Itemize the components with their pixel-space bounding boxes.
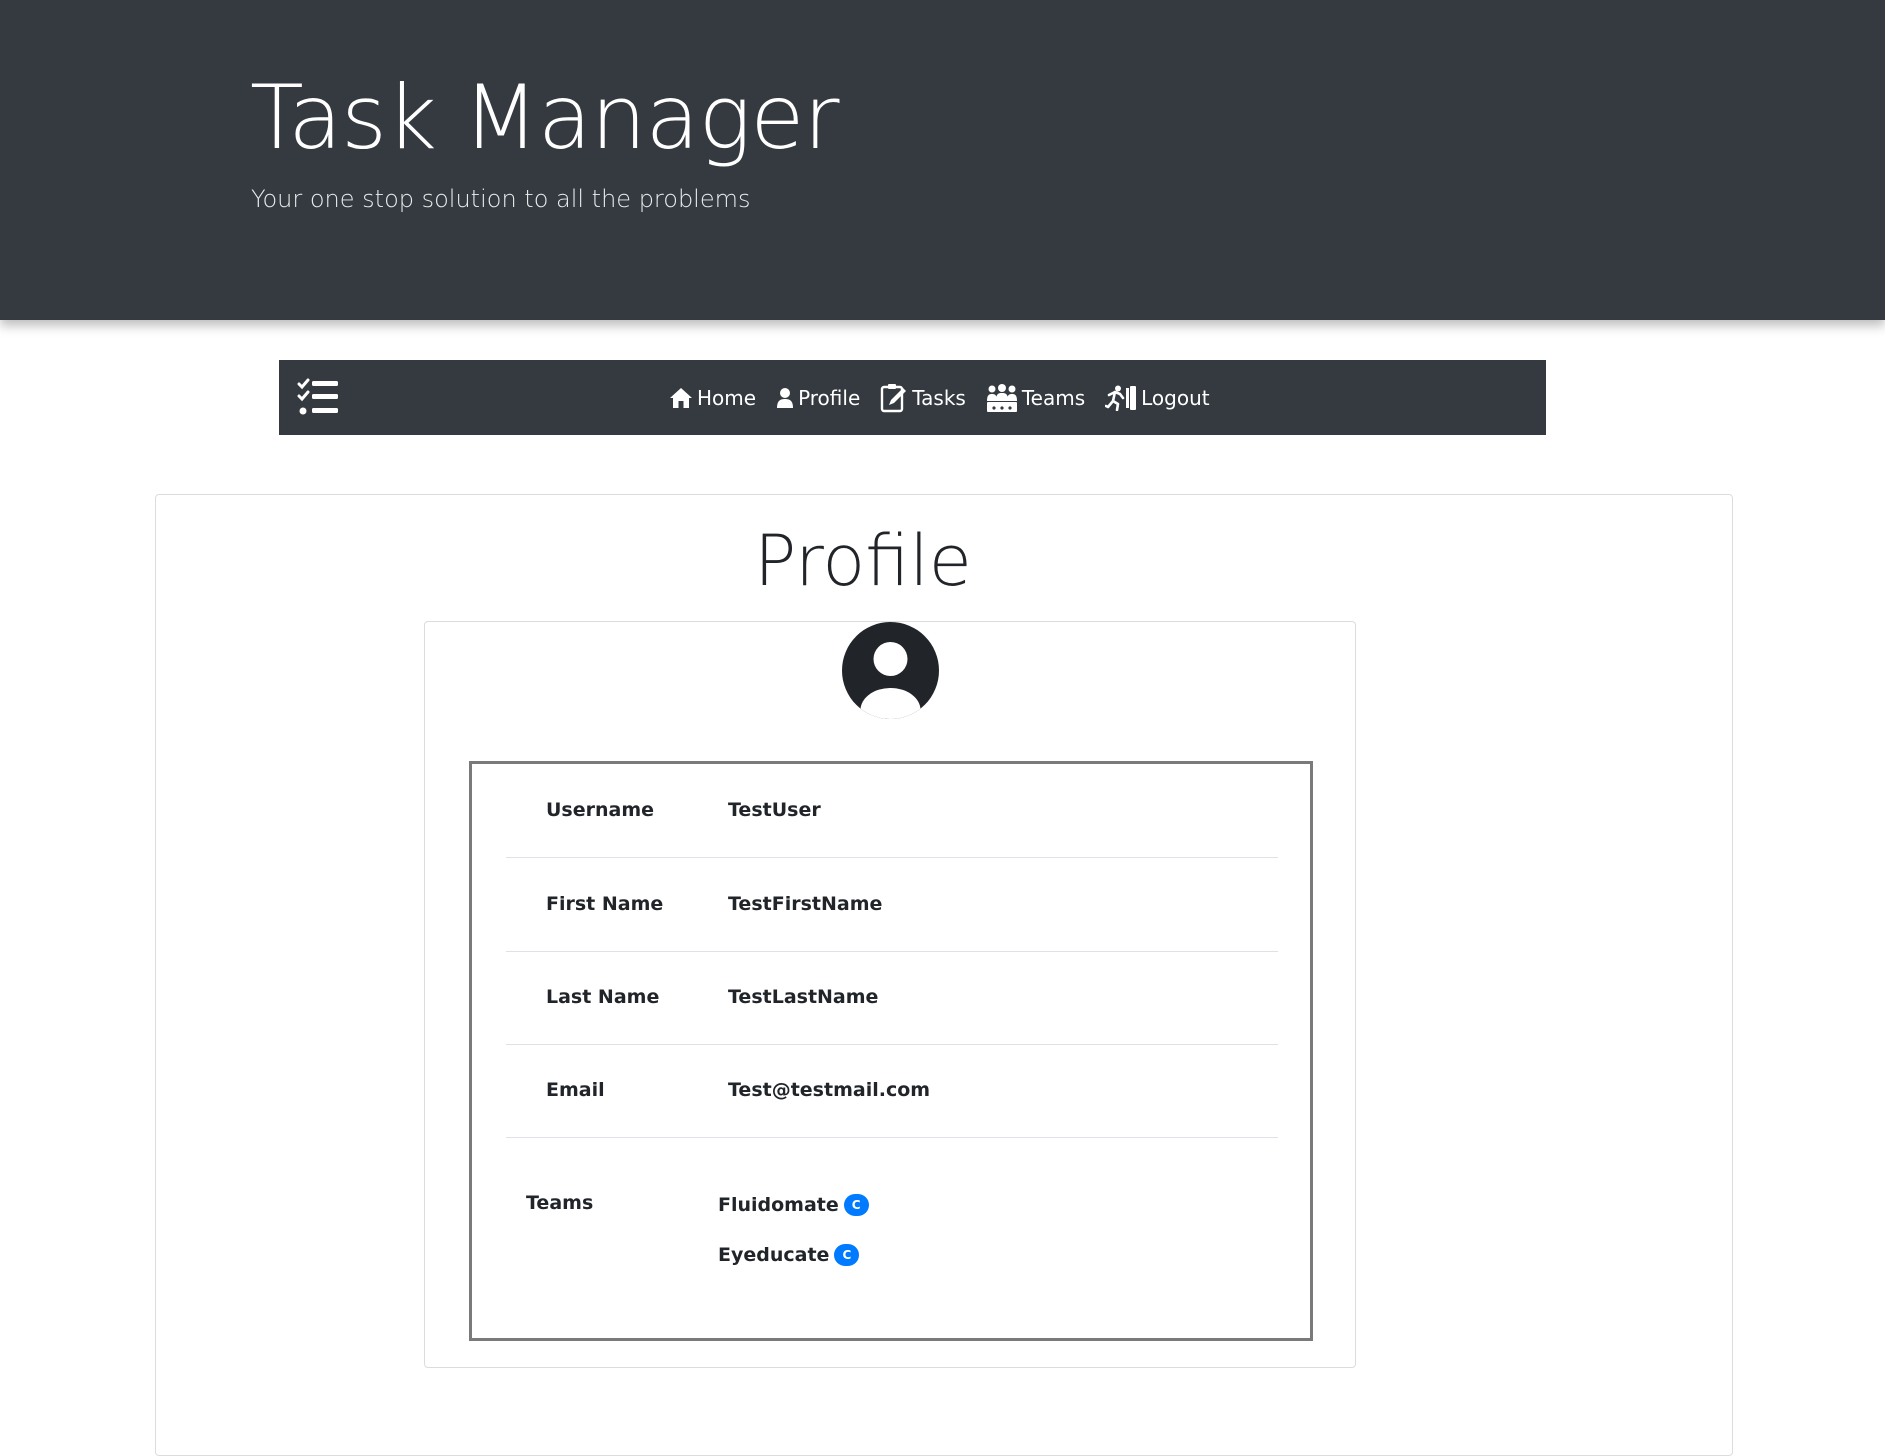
username-label: Username <box>546 799 655 821</box>
nav-home-link[interactable]: Home <box>669 386 756 410</box>
table-row: Username TestUser <box>506 764 1278 858</box>
first-name-value: TestFirstName <box>728 893 883 915</box>
team-role-badge: C <box>843 1194 869 1216</box>
nav-home-label: Home <box>697 385 757 410</box>
teams-label: Teams <box>526 1192 594 1214</box>
nav-links: Home Profile Tasks Teams Logout <box>669 360 1210 435</box>
table-row: Last Name TestLastName <box>506 951 1278 1045</box>
nav-profile-label: Profile <box>798 385 861 410</box>
nav-tasks-link[interactable]: Tasks <box>880 383 966 413</box>
last-name-value: TestLastName <box>728 986 879 1008</box>
table-row: First Name TestFirstName <box>506 858 1278 952</box>
nav-logout-link[interactable]: Logout <box>1105 385 1210 411</box>
home-icon <box>669 387 693 409</box>
email-label: Email <box>546 1079 605 1101</box>
table-row: Email Test@testmail.com <box>506 1044 1278 1138</box>
header-jumbotron: Task Manager Your one stop solution to a… <box>0 0 1885 320</box>
app-title: Task Manager <box>250 66 840 169</box>
page-title: Profile <box>754 520 972 602</box>
team-name: Eyeducate <box>718 1244 830 1266</box>
team-item-eyeducate[interactable]: Eyeducate C <box>718 1244 860 1266</box>
running-exit-icon <box>1105 385 1137 411</box>
first-name-label: First Name <box>546 893 664 915</box>
email-value: Test@testmail.com <box>728 1079 931 1101</box>
app-subtitle: Your one stop solution to all the proble… <box>251 185 751 213</box>
tasks-list-icon[interactable] <box>297 378 339 418</box>
people-group-icon <box>986 383 1018 413</box>
username-value: TestUser <box>728 799 821 821</box>
team-name: Fluidomate <box>718 1194 839 1216</box>
main-navbar: Home Profile Tasks Teams Logout <box>279 360 1546 435</box>
team-role-badge: C <box>834 1244 860 1266</box>
clipboard-edit-icon <box>880 383 908 413</box>
nav-teams-label: Teams <box>1021 385 1086 410</box>
nav-profile-link[interactable]: Profile <box>776 386 860 410</box>
team-item-fluidomate[interactable]: Fluidomate C <box>718 1194 869 1216</box>
nav-logout-label: Logout <box>1141 385 1210 410</box>
nav-teams-link[interactable]: Teams <box>986 383 1085 413</box>
last-name-label: Last Name <box>546 986 660 1008</box>
nav-tasks-label: Tasks <box>912 385 966 410</box>
user-icon <box>776 387 794 409</box>
user-circle-icon <box>842 622 939 719</box>
profile-details-table: Username TestUser First Name TestFirstNa… <box>469 761 1313 1341</box>
